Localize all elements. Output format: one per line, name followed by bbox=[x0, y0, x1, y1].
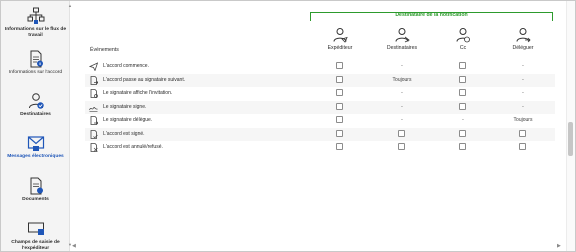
main-panel: Destinataire de la notification Événemen… bbox=[71, 1, 565, 251]
email-messages-icon bbox=[27, 136, 44, 151]
cell-value: - bbox=[401, 90, 403, 96]
workflow-icon bbox=[27, 7, 44, 24]
delegate-doc-icon bbox=[90, 116, 98, 125]
table-row: Le signataire affiche l'invitation. - - bbox=[85, 87, 555, 100]
recipients-icon bbox=[28, 93, 44, 109]
cell-value: - bbox=[401, 103, 403, 110]
notification-checkbox[interactable] bbox=[336, 89, 343, 96]
table-row: L'accord est signé. bbox=[85, 127, 555, 141]
column-label: Expéditeur bbox=[327, 45, 353, 51]
column-header-sender: Expéditeur bbox=[310, 27, 370, 51]
send-icon bbox=[89, 62, 98, 71]
cell-value: - bbox=[522, 76, 524, 83]
agreement-info-icon bbox=[30, 50, 43, 68]
document-arrow-icon bbox=[90, 75, 98, 85]
cancelled-doc-icon bbox=[90, 143, 98, 152]
notification-checkbox[interactable] bbox=[398, 129, 405, 137]
cell-value: - bbox=[401, 63, 403, 69]
delegate-icon bbox=[516, 28, 531, 43]
notification-checkbox[interactable] bbox=[336, 75, 343, 83]
notification-checkbox[interactable] bbox=[459, 102, 466, 110]
event-label: L'accord est annulé/refusé. bbox=[103, 144, 163, 150]
cell-value: Toujours bbox=[513, 117, 533, 123]
column-header-cc: Cc bbox=[433, 27, 493, 51]
cell-value: - bbox=[522, 63, 524, 69]
events-header: Événements bbox=[90, 47, 119, 53]
signature-icon bbox=[89, 106, 98, 112]
sidebar-item-workflow-info[interactable]: Informations sur le flux de travail bbox=[1, 7, 70, 39]
notification-checkbox[interactable] bbox=[336, 102, 343, 110]
column-header-delegate: Déléguer bbox=[493, 27, 553, 51]
scroll-right-icon[interactable]: ▶ bbox=[557, 243, 561, 249]
column-header-recipients: Destinataires bbox=[372, 27, 432, 51]
sender-fields-icon bbox=[27, 222, 44, 235]
cell-value: - bbox=[401, 117, 403, 123]
sidebar-item-label: Documents bbox=[22, 197, 49, 202]
cell-value: - bbox=[522, 90, 524, 96]
sidebar-item-agreement-info[interactable]: Informations sur l'accord bbox=[1, 50, 70, 76]
horizontal-scrollbar[interactable]: ◀ ▶ bbox=[70, 243, 566, 250]
event-label: L'accord est signé. bbox=[103, 130, 145, 137]
sidebar-item-label: Informations sur l'accord bbox=[8, 70, 63, 75]
table-row: Le signataire signe. - - bbox=[85, 100, 555, 114]
notification-checkbox[interactable] bbox=[336, 116, 343, 123]
notification-checkbox[interactable] bbox=[459, 62, 466, 69]
sidebar-item-label: Destinataires bbox=[20, 112, 51, 117]
notification-checkbox[interactable] bbox=[336, 62, 343, 69]
documents-icon bbox=[30, 177, 43, 195]
notification-checkbox[interactable] bbox=[519, 129, 526, 137]
sidebar-item-label: Informations sur le flux de travail bbox=[4, 27, 67, 38]
notification-checkbox[interactable] bbox=[336, 143, 343, 150]
sender-icon bbox=[333, 28, 348, 43]
sidebar-item-email-messages[interactable]: Messages électroniques bbox=[1, 134, 70, 160]
table-row: L'accord passe au signataire suivant. Tou… bbox=[85, 73, 555, 87]
cell-value: - bbox=[462, 117, 464, 123]
notification-checkbox[interactable] bbox=[519, 143, 526, 150]
cc-icon bbox=[456, 28, 470, 43]
event-label: L'accord passe au signataire suivant. bbox=[103, 76, 186, 83]
sidebar-item-recipients[interactable]: Destinataires bbox=[1, 92, 70, 118]
sidebar-item-sender-fields[interactable]: Champs de saisie de l'expéditeur bbox=[1, 220, 70, 252]
view-icon bbox=[90, 89, 98, 98]
group-title: Destinataire de la notification bbox=[395, 12, 468, 18]
event-label: Le signataire affiche l'invitation. bbox=[103, 90, 173, 96]
column-label: Cc bbox=[459, 45, 467, 51]
event-label: Le signataire délègue. bbox=[103, 117, 153, 123]
event-label: Le signataire signe. bbox=[103, 103, 147, 110]
notification-checkbox[interactable] bbox=[398, 143, 405, 150]
sidebar-item-documents[interactable]: Documents bbox=[1, 177, 70, 203]
notification-checkbox[interactable] bbox=[459, 89, 466, 96]
sidebar-item-label: Champs de saisie de l'expéditeur bbox=[11, 240, 60, 251]
notification-checkbox[interactable] bbox=[459, 143, 466, 150]
notification-checkbox[interactable] bbox=[459, 75, 466, 83]
column-label: Déléguer bbox=[512, 45, 534, 51]
table-row: Le signataire délègue. - - Toujours bbox=[85, 114, 555, 127]
cell-value: Toujours bbox=[392, 76, 412, 83]
notification-checkbox[interactable] bbox=[336, 129, 343, 137]
table-row: L'accord commence. - - bbox=[85, 60, 555, 73]
event-label: L'accord commence. bbox=[103, 63, 149, 69]
scrollbar-thumb[interactable] bbox=[568, 122, 573, 156]
recipient-icon bbox=[395, 28, 410, 43]
column-label: Destinataires bbox=[386, 45, 418, 51]
scroll-left-icon[interactable]: ◀ bbox=[72, 243, 76, 249]
sidebar-item-label: Messages électroniques bbox=[7, 154, 64, 159]
cell-value: - bbox=[522, 103, 524, 110]
sidebar: Informations sur le flux de travail Info… bbox=[1, 1, 72, 252]
notification-checkbox[interactable] bbox=[459, 129, 466, 137]
signed-doc-icon bbox=[90, 129, 98, 139]
table-row: L'accord est annulé/refusé. bbox=[85, 141, 555, 154]
